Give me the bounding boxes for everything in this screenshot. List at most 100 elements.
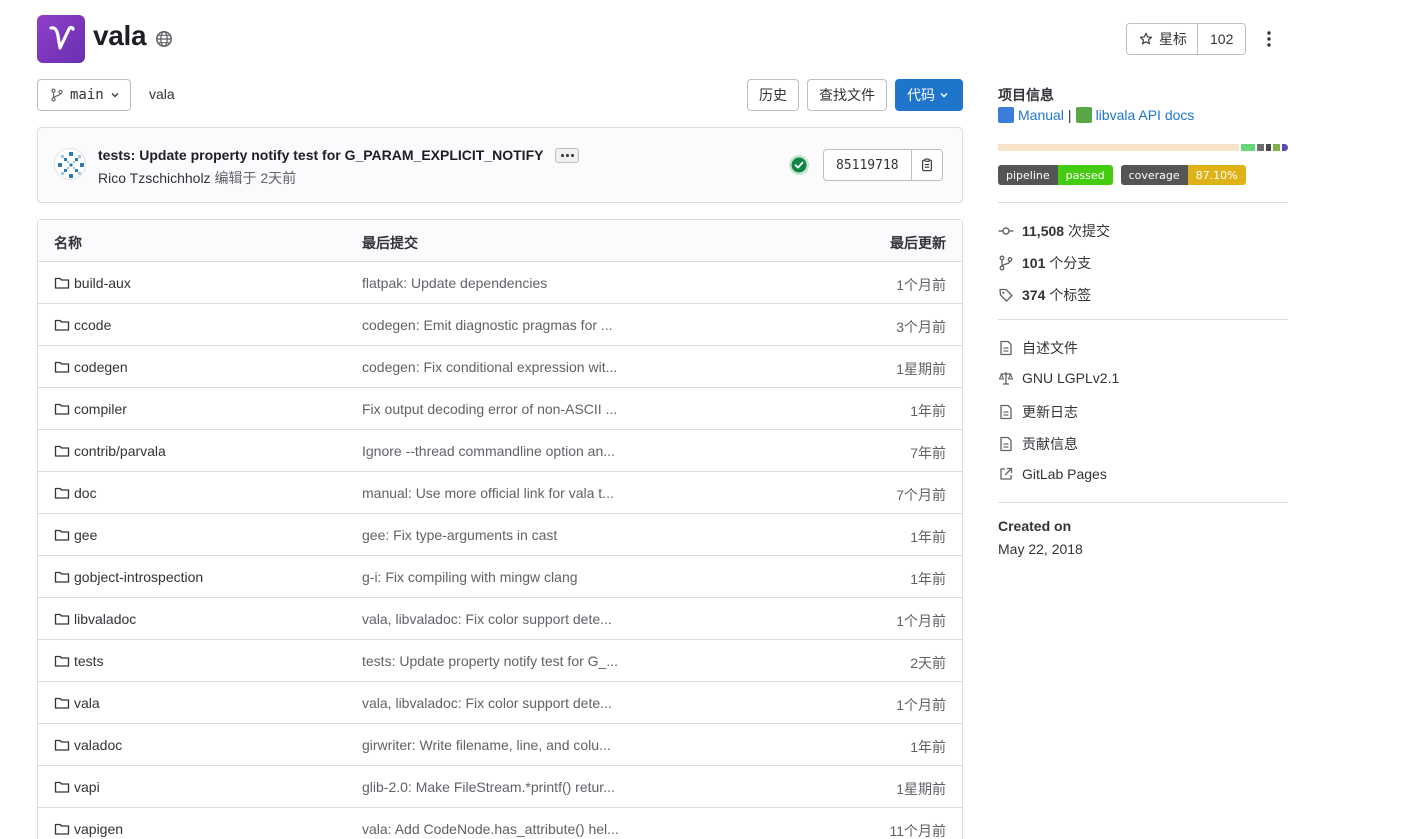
folder-icon <box>54 655 70 667</box>
commit-message-link[interactable]: vala: Add CodeNode.has_attribute() hel..… <box>362 821 619 837</box>
commit-message-link[interactable]: Fix output decoding error of non-ASCII .… <box>362 401 617 417</box>
api-docs-link[interactable]: libvala API docs <box>1096 107 1195 123</box>
language-segment-4[interactable] <box>1266 144 1272 151</box>
tags-label: 个标签 <box>1049 287 1092 303</box>
commit-title[interactable]: tests: Update property notify test for G… <box>98 147 543 163</box>
last-update-time: 1个月前 <box>896 697 946 713</box>
commit-author[interactable]: Rico Tzschichholz <box>98 170 211 186</box>
language-segment-5[interactable] <box>1273 144 1281 151</box>
star-count[interactable]: 102 <box>1198 24 1246 54</box>
folder-icon <box>54 361 70 373</box>
folder-name: vapi <box>74 779 100 795</box>
commit-message-link[interactable]: tests: Update property notify test for G… <box>362 653 618 669</box>
file-name-link[interactable]: build-aux <box>54 275 131 291</box>
language-segment-2[interactable] <box>1241 144 1256 151</box>
commit-message-link[interactable]: girwriter: Write filename, line, and col… <box>362 737 611 753</box>
pipeline-passed-icon[interactable] <box>788 154 810 176</box>
file-name-link[interactable]: codegen <box>54 359 128 375</box>
language-segment-vala[interactable] <box>998 144 1240 151</box>
commit-expand-button[interactable] <box>555 148 579 163</box>
document-icon <box>1000 404 1012 420</box>
readme-link[interactable]: 自述文件 <box>998 338 1288 358</box>
table-row: ccode codegen: Emit diagnostic pragmas fo… <box>38 304 962 346</box>
commit-message-link[interactable]: manual: Use more official link for vala … <box>362 485 614 501</box>
history-button[interactable]: 历史 <box>747 79 799 111</box>
project-avatar[interactable] <box>37 15 85 63</box>
language-segment-3[interactable] <box>1257 144 1265 151</box>
vala-logo-icon <box>49 25 75 50</box>
branches-stat[interactable]: 101 个分支 <box>998 253 1288 273</box>
folder-name: contrib/parvala <box>74 443 166 459</box>
gitlab-pages-link[interactable]: GitLab Pages <box>998 466 1288 482</box>
file-name-link[interactable]: compiler <box>54 401 127 417</box>
commit-message-link[interactable]: vala, libvaladoc: Fix color support dete… <box>362 695 612 711</box>
license-link[interactable]: GNU LGPLv2.1 <box>998 370 1288 386</box>
coverage-badge[interactable]: coverage 87.10% <box>1120 165 1246 185</box>
last-update-time: 1个月前 <box>896 277 946 293</box>
branch-label: main <box>70 87 104 103</box>
chevron-down-icon <box>940 93 948 98</box>
file-name-link[interactable]: tests <box>54 653 104 669</box>
gitlab-pages-label: GitLab Pages <box>1022 466 1107 482</box>
sidebar-divider <box>998 319 1288 320</box>
file-name-link[interactable]: gee <box>54 527 97 543</box>
language-bar[interactable] <box>998 144 1289 151</box>
pipeline-badge-value: passed <box>1057 165 1113 185</box>
identicon-icon <box>58 152 84 178</box>
file-name-link[interactable]: ccode <box>54 317 111 333</box>
file-name-link[interactable]: vapigen <box>54 821 123 837</box>
code-button[interactable]: 代码 <box>895 79 963 111</box>
commit-message-link[interactable]: codegen: Fix conditional expression wit.… <box>362 359 617 375</box>
file-name-link[interactable]: vapi <box>54 779 100 795</box>
changelog-link[interactable]: 更新日志 <box>998 402 1288 422</box>
find-file-button[interactable]: 查找文件 <box>807 79 887 111</box>
last-update-time: 1个月前 <box>896 613 946 629</box>
header-last-commit: 最后提交 <box>362 235 418 251</box>
folder-icon <box>54 613 70 625</box>
folder-icon <box>54 697 70 709</box>
star-button[interactable]: 星标 <box>1127 24 1198 54</box>
pipeline-badge[interactable]: pipeline passed <box>998 165 1113 185</box>
tags-count: 374 <box>1022 287 1046 303</box>
author-avatar[interactable] <box>54 148 86 180</box>
commit-message-link[interactable]: codegen: Emit diagnostic pragmas for ... <box>362 317 613 333</box>
folder-icon <box>54 403 70 415</box>
language-segment-6[interactable] <box>1282 144 1289 151</box>
commit-sha[interactable]: 85119718 <box>824 150 912 180</box>
commit-message-link[interactable]: g-i: Fix compiling with mingw clang <box>362 569 578 585</box>
file-name-link[interactable]: gobject-introspection <box>54 569 203 585</box>
table-row: gobject-introspection g-i: Fix compiling … <box>38 556 962 598</box>
commit-message-link[interactable]: flatpak: Update dependencies <box>362 275 547 291</box>
file-name-link[interactable]: contrib/parvala <box>54 443 166 459</box>
manual-link[interactable]: Manual <box>1018 107 1064 123</box>
contributing-link[interactable]: 贡献信息 <box>998 434 1288 454</box>
file-name-link[interactable]: doc <box>54 485 97 501</box>
coverage-badge-label: coverage <box>1120 165 1188 185</box>
branch-icon <box>51 88 63 102</box>
breadcrumb[interactable]: vala <box>149 86 175 102</box>
project-links: Manual | libvala API docs <box>998 107 1288 123</box>
copy-sha-button[interactable] <box>911 150 942 180</box>
file-name-link[interactable]: libvaladoc <box>54 611 136 627</box>
commit-message-link[interactable]: Ignore --thread commandline option an... <box>362 443 615 459</box>
contributing-label: 贡献信息 <box>1022 436 1078 452</box>
code-button-label: 代码 <box>907 87 935 103</box>
last-update-time: 7个月前 <box>896 487 946 503</box>
table-row: codegen codegen: Fix conditional expressi… <box>38 346 962 388</box>
commit-message-link[interactable]: vala, libvaladoc: Fix color support dete… <box>362 611 612 627</box>
file-name-link[interactable]: vala <box>54 695 100 711</box>
commits-stat[interactable]: 11,508 次提交 <box>998 221 1288 241</box>
document-icon <box>1000 436 1012 452</box>
tag-icon <box>999 288 1013 302</box>
tags-stat[interactable]: 374 个标签 <box>998 285 1288 305</box>
star-label: 星标 <box>1159 31 1187 47</box>
table-header: 名称 最后提交 最后更新 <box>38 220 962 262</box>
folder-icon <box>54 319 70 331</box>
commit-message-link[interactable]: glib-2.0: Make FileStream.*printf() retu… <box>362 779 615 795</box>
commit-message-link[interactable]: gee: Fix type-arguments in cast <box>362 527 557 543</box>
folder-name: vala <box>74 695 100 711</box>
branch-selector[interactable]: main <box>37 79 131 111</box>
folder-name: build-aux <box>74 275 131 291</box>
more-actions-button[interactable] <box>1258 23 1280 55</box>
file-name-link[interactable]: valadoc <box>54 737 122 753</box>
